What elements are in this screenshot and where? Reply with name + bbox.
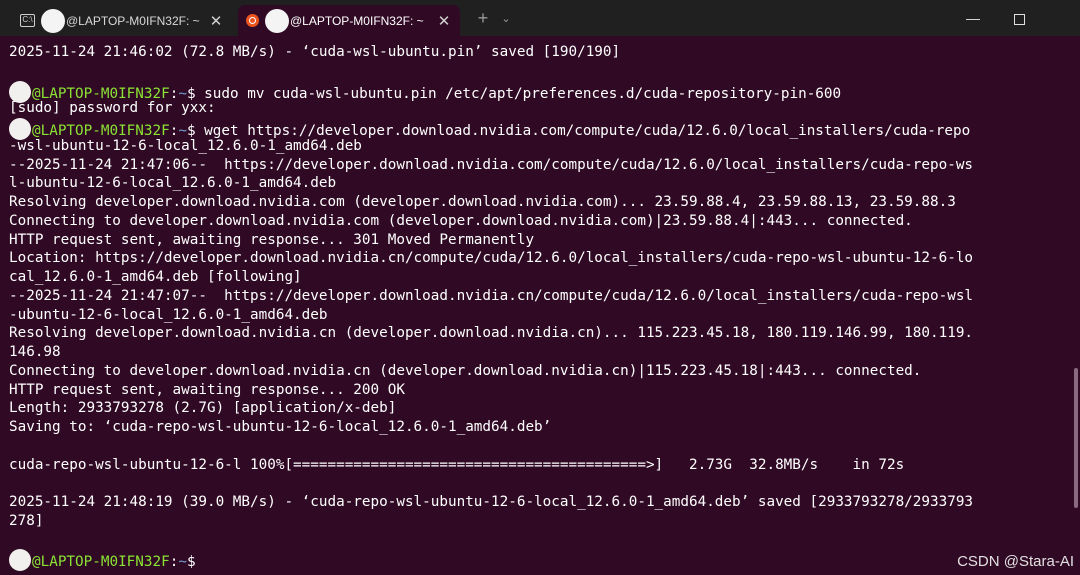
output-text: Saving to: ‘cuda-repo-wsl-ubuntu-12-6-lo… [9,419,552,435]
output-text: cuda-repo-wsl-ubuntu-12-6-l 100%[=======… [9,456,905,473]
output-line: HTTP request sent, awaiting response... … [9,231,1068,250]
cmd-icon: C:\ [20,14,35,27]
chevron-down-icon[interactable]: ⌄ [496,7,516,31]
output-line: 2025-11-24 21:48:19 (39.0 MB/s) - ‘cuda-… [9,493,1068,512]
output-text: Location: https://developer.download.nvi… [9,250,974,267]
output-line: Resolving developer.download.nvidia.com … [9,193,1068,212]
output-text: 2025-11-24 21:48:19 (39.0 MB/s) - ‘cuda-… [9,494,974,510]
output-line: [sudo] password for yxx: [9,99,1068,118]
title-bar: C:\ @LAPTOP-M0IFN32F: ~ ✕ @LAPTOP-M0IFN3… [0,0,1080,36]
tab-1[interactable]: C:\ @LAPTOP-M0IFN32F: ~ ✕ [12,5,232,36]
output-line: cuda-repo-wsl-ubuntu-12-6-l 100%[=======… [9,456,1068,475]
maximize-button[interactable] [996,0,1042,36]
prompt-host: @LAPTOP-M0IFN32F [32,554,170,571]
prompt-line: @LAPTOP-M0IFN32F:~$ wget https://develop… [9,118,1068,140]
output-text: 146.98 [9,344,61,360]
output-text: -ubuntu-12-6-local_12.6.0-1_amd64.deb [9,306,328,323]
maximize-icon [1013,13,1025,25]
close-icon[interactable]: ✕ [436,12,452,30]
output-line: --2025-11-24 21:47:07-- https://develope… [9,287,1068,306]
output-line: Connecting to developer.download.nvidia.… [9,212,1068,231]
watermark: CSDN @Stara-AI [957,553,1074,570]
output-line: 278] [9,512,1068,531]
output-line: cal_12.6.0-1_amd64.deb [following] [9,268,1068,287]
output-line: l-ubuntu-12-6-local_12.6.0-1_amd64.deb [9,174,1068,193]
output-text: HTTP request sent, awaiting response... … [9,381,405,398]
output-line: 2025-11-24 21:46:02 (72.8 MB/s) - ‘cuda-… [9,43,1068,62]
tab-title: @LAPTOP-M0IFN32F: ~ [290,13,424,28]
prompt-line: @LAPTOP-M0IFN32F:~$ [9,549,1068,572]
tab-title: @LAPTOP-M0IFN32F: ~ [66,13,200,28]
output-text: 278] [9,512,44,529]
output-line: -ubuntu-12-6-local_12.6.0-1_amd64.deb [9,306,1068,325]
terminal-window: C:\ @LAPTOP-M0IFN32F: ~ ✕ @LAPTOP-M0IFN3… [0,0,1080,575]
prompt-path: ~ [178,554,187,571]
scrollbar[interactable] [1074,368,1078,508]
new-tab-button[interactable]: + [472,7,494,31]
output-line: Location: https://developer.download.nvi… [9,249,1068,268]
output-text: Connecting to developer.download.nvidia.… [9,212,913,229]
prompt-line: @LAPTOP-M0IFN32F:~$ sudo mv cuda-wsl-ubu… [9,80,1068,103]
close-icon[interactable]: ✕ [208,12,224,30]
output-line: 146.98 [9,343,1068,362]
output-text: HTTP request sent, awaiting response... … [9,231,535,248]
tab-2[interactable]: @LAPTOP-M0IFN32F: ~ ✕ [238,5,460,36]
output-line: Saving to: ‘cuda-repo-wsl-ubuntu-12-6-lo… [9,418,1068,437]
minimize-button[interactable]: — [950,0,996,36]
avatar [41,8,65,33]
output-text: --2025-11-24 21:47:06-- https://develope… [9,156,974,173]
prompt-dollar: $ [186,554,205,571]
output-text: Resolving developer.download.nvidia.cn (… [9,325,974,342]
output-line: Resolving developer.download.nvidia.cn (… [9,324,1068,343]
output-line: HTTP request sent, awaiting response... … [9,381,1068,400]
output-text: Connecting to developer.download.nvidia.… [9,362,922,379]
ubuntu-icon [246,14,259,27]
output-line: --2025-11-24 21:47:06-- https://develope… [9,156,1068,175]
output-line: -wsl-ubuntu-12-6-local_12.6.0-1_amd64.de… [9,137,1068,156]
output-text: --2025-11-24 21:47:07-- https://develope… [9,287,974,304]
output-line: Length: 2933793278 (2.7G) [application/x… [9,399,1068,418]
output-text: l-ubuntu-12-6-local_12.6.0-1_amd64.deb [9,175,337,192]
output-text: 2025-11-24 21:46:02 (72.8 MB/s) - ‘cuda-… [9,44,621,60]
avatar [265,8,289,33]
output-text: -wsl-ubuntu-12-6-local_12.6.0-1_amd64.de… [9,137,362,154]
output-text: cal_12.6.0-1_amd64.deb [following] [9,269,302,285]
output-text: [sudo] password for yxx: [9,100,216,117]
output-text: Resolving developer.download.nvidia.com … [9,194,956,210]
terminal-output[interactable]: 2025-11-24 21:46:02 (72.8 MB/s) - ‘cuda-… [0,36,1068,575]
output-line: Connecting to developer.download.nvidia.… [9,362,1068,381]
avatar [9,549,31,572]
output-text: Length: 2933793278 (2.7G) [application/x… [9,400,397,417]
